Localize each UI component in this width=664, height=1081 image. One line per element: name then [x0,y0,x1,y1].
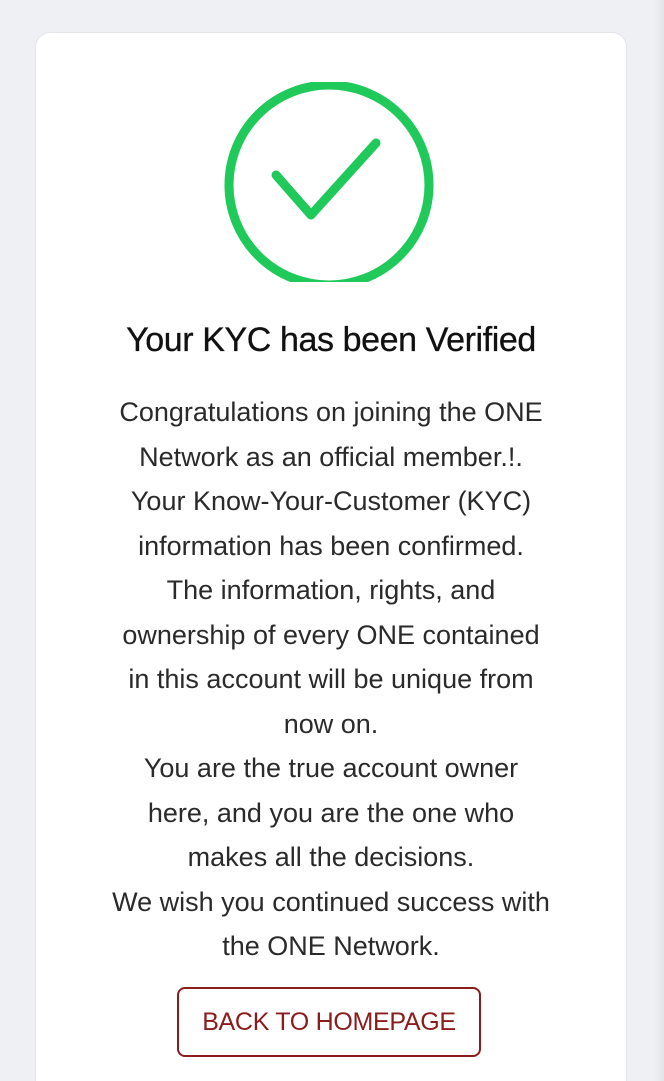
message-line: The information, rights, and [166,575,496,605]
message-line: now on. [283,708,379,739]
back-to-homepage-button[interactable]: BACK TO HOMEPAGE [177,987,481,1057]
message-line: here, and you are the one who [147,797,515,828]
message-line: We wish you continued success with [112,886,550,917]
page-title: Your KYC has been Verified [126,321,537,359]
kyc-verified-screen: Your KYC has been Verified Congratulatio… [0,0,664,1081]
message-line: information has been confirmed. [138,530,524,561]
screen-edge-shadow [654,0,664,1081]
message-line: Network as an official member.!. [139,441,523,472]
message-line: Your Know-Your-Customer (KYC) [130,486,532,516]
message-line: the ONE Network. [222,931,440,961]
message-line: makes all the decisions. [187,842,475,872]
check-circle-icon [220,82,442,282]
message-line: ownership of every ONE contained [122,619,540,650]
verification-message: Congratulations on joining the ONE Netwo… [56,390,606,969]
message-line: in this account will be unique from [128,664,534,694]
message-line: Congratulations on joining the ONE [119,397,543,427]
message-line: You are the true account owner [143,753,519,783]
